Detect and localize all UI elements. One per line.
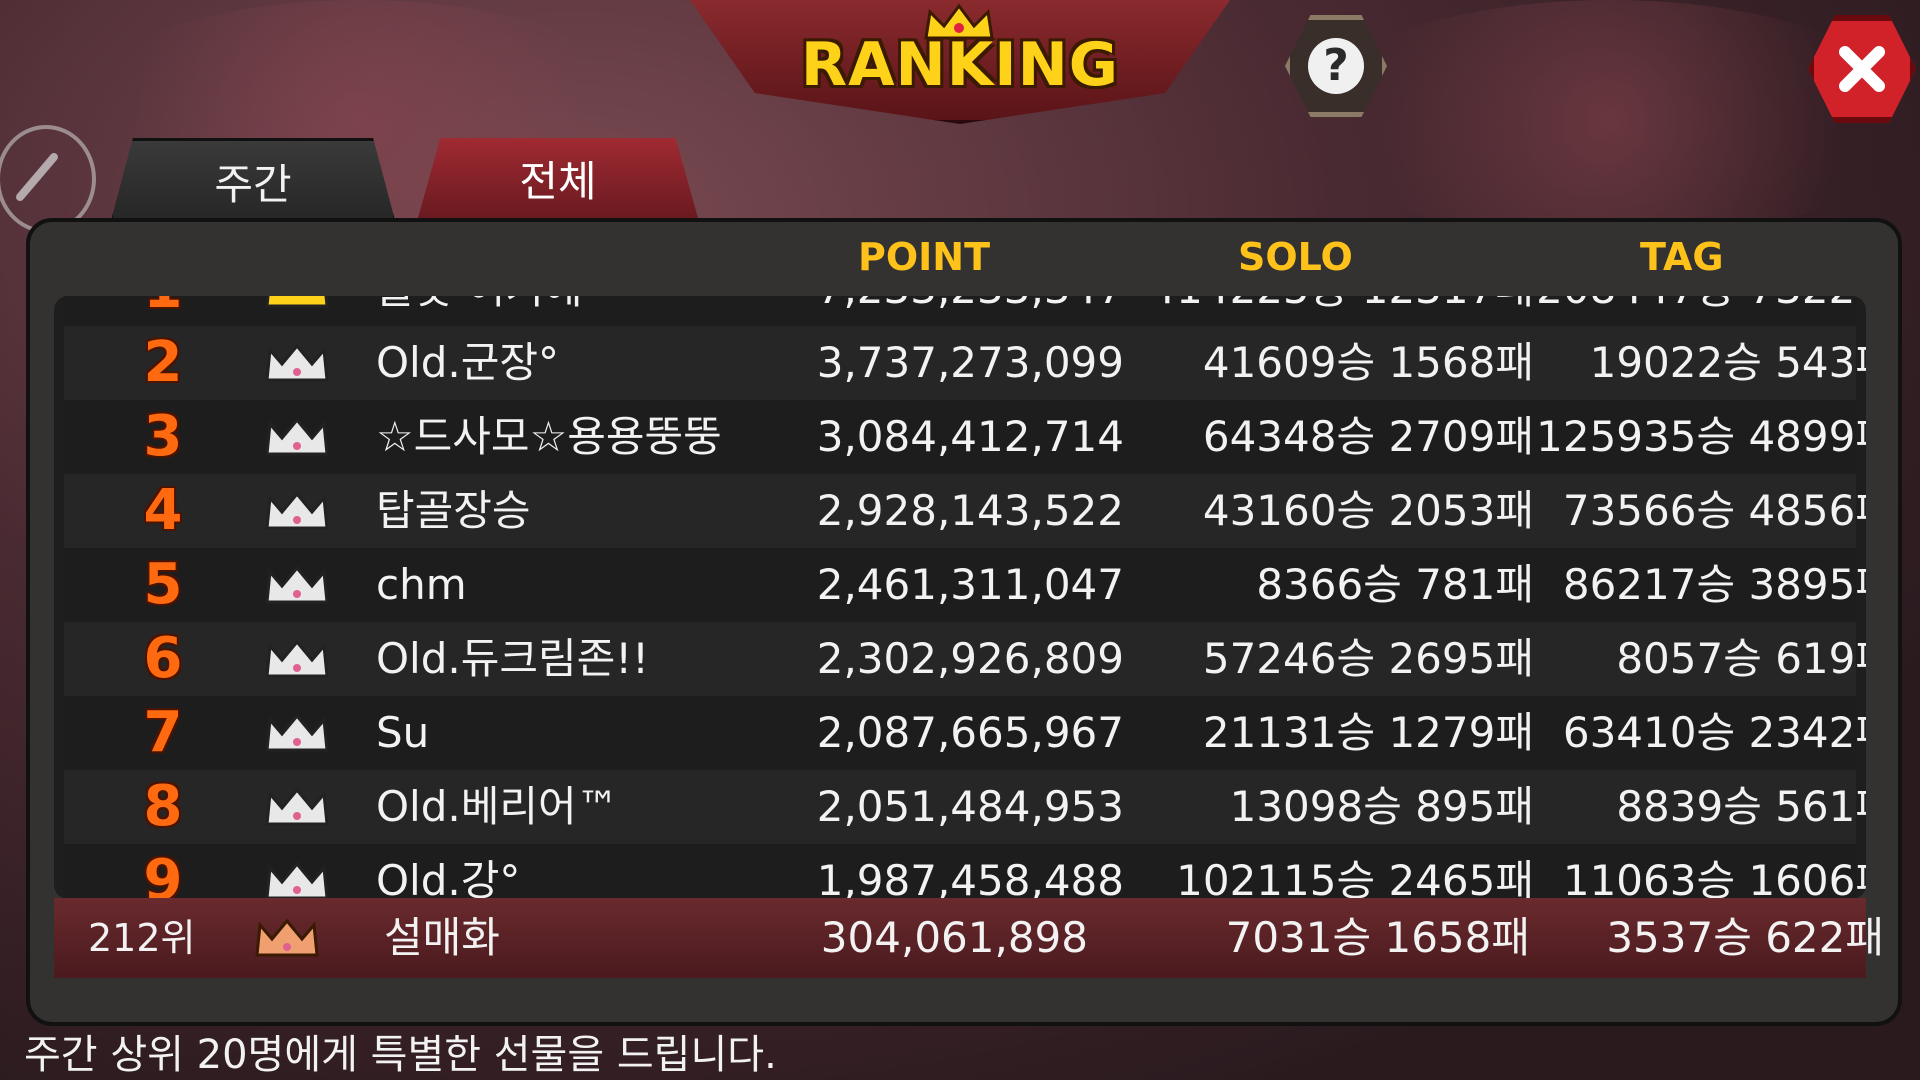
my-rank-row[interactable]: 212위 설매화 304,061,898 7031승 1658패 3537승 6… [54, 898, 1884, 978]
player-name: Old.군장° [376, 338, 560, 387]
crown-icon [265, 639, 329, 678]
solo-record: 21131승 1279패 [1202, 708, 1534, 757]
table-row[interactable]: 9 Old.강° 1,987,458,488 102115승 2465패 110… [64, 844, 1866, 899]
point-value: 2,461,311,047 [816, 560, 1124, 609]
player-name: ☆드사모☆용용뚱뚱 [376, 412, 722, 461]
point-value: 3,084,412,714 [816, 412, 1124, 461]
solo-record: 57246승 2695패 [1202, 634, 1534, 683]
player-name: chm [376, 560, 467, 609]
pencil-icon [16, 153, 58, 201]
tab-weekly[interactable]: 주간 [110, 138, 396, 224]
solo-record: 64348승 2709패 [1202, 412, 1534, 461]
my-point: 304,061,898 [820, 913, 1088, 962]
player-name: Old.베리어™ [376, 782, 619, 831]
my-tag-record: 3537승 622패 [1606, 913, 1884, 962]
rank-number: 9 [143, 848, 183, 899]
rank-number: 5 [143, 552, 183, 617]
my-rank: 212위 [88, 916, 196, 960]
tag-record: 8839승 561패 [1616, 782, 1866, 831]
crown-icon [265, 417, 329, 456]
tag-record: 208447승 7322패 [1500, 296, 1866, 326]
crown-icon [255, 918, 319, 957]
table-row[interactable]: 1 불꽃 여기에 7,233,233,347 414225승 12317패 20… [64, 296, 1866, 326]
crown-icon [265, 861, 329, 899]
tag-record: 63410승 2342패 [1562, 708, 1866, 757]
my-name: 설매화 [384, 913, 500, 962]
solo-record: 414225승 12317패 [1134, 296, 1534, 326]
point-value: 2,302,926,809 [816, 634, 1124, 683]
close-icon [1839, 46, 1885, 92]
player-name: 불꽃 여기에 [376, 296, 583, 326]
rank-number: 7 [143, 700, 183, 765]
tag-record: 19022승 543패 [1589, 338, 1866, 387]
solo-record: 43160승 2053패 [1202, 486, 1534, 535]
player-name: Su [376, 708, 430, 757]
table-row[interactable]: 8 Old.베리어™ 2,051,484,953 13098승 895패 883… [64, 770, 1866, 844]
solo-record: 41609승 1568패 [1202, 338, 1534, 387]
solo-record: 13098승 895패 [1229, 782, 1534, 831]
table-row[interactable]: 2 Old.군장° 3,737,273,099 41609승 1568패 190… [64, 326, 1866, 400]
rank-number: 8 [143, 774, 183, 839]
crown-icon [265, 565, 329, 604]
footer-notice: 주간 상위 20명에게 특별한 선물을 드립니다. [24, 1032, 777, 1078]
my-solo-record: 7031승 1658패 [1225, 913, 1530, 962]
table-row[interactable]: 3 ☆드사모☆용용뚱뚱 3,084,412,714 64348승 2709패 1… [64, 400, 1866, 474]
crown-icon [265, 491, 329, 530]
question-icon: ? [1308, 38, 1364, 94]
player-name: Old.듀크림존!! [376, 634, 649, 683]
crown-icon [265, 713, 329, 752]
tag-record: 86217승 3895패 [1562, 560, 1866, 609]
player-name: Old.강° [376, 856, 521, 899]
tag-record: 11063승 1606패 [1562, 856, 1866, 899]
column-header-solo: SOLO [1238, 235, 1353, 279]
tag-record: 8057승 619패 [1616, 634, 1866, 683]
table-row[interactable]: 6 Old.듀크림존!! 2,302,926,809 57246승 2695패 … [64, 622, 1866, 696]
column-header-point: POINT [858, 235, 991, 279]
solo-record: 8366승 781패 [1256, 560, 1534, 609]
point-value: 1,987,458,488 [816, 856, 1124, 899]
rank-number: 2 [143, 330, 183, 395]
edit-button[interactable] [0, 125, 96, 233]
tag-record: 73566승 4856패 [1562, 486, 1866, 535]
tag-record: 125935승 4899패 [1536, 412, 1866, 461]
crown-icon [265, 296, 329, 308]
table-row[interactable]: 7 Su 2,087,665,967 21131승 1279패 63410승 2… [64, 696, 1866, 770]
point-value: 2,928,143,522 [816, 486, 1124, 535]
rank-number: 3 [143, 404, 183, 469]
rank-number: 6 [143, 626, 183, 691]
table-row[interactable]: 5 chm 2,461,311,047 8366승 781패 86217승 38… [64, 548, 1866, 622]
rank-number: 1 [128, 296, 198, 326]
rank-number: 4 [143, 478, 183, 543]
column-header-tag: TAG [1640, 235, 1724, 279]
crown-icon [265, 343, 329, 382]
solo-record: 102115승 2465패 [1176, 856, 1534, 899]
ranking-title: RANKING [800, 30, 1120, 100]
point-value: 3,737,273,099 [816, 338, 1124, 387]
ranking-list[interactable]: 1 불꽃 여기에 7,233,233,347 414225승 12317패 20… [54, 296, 1866, 899]
player-name: 탑골장승 [376, 486, 531, 535]
point-value: 2,087,665,967 [816, 708, 1124, 757]
table-row[interactable]: 4 탑골장승 2,928,143,522 43160승 2053패 73566승… [64, 474, 1866, 548]
point-value: 2,051,484,953 [816, 782, 1124, 831]
crown-icon [265, 787, 329, 826]
point-value: 7,233,233,347 [764, 296, 1124, 326]
tab-all[interactable]: 전체 [418, 138, 698, 218]
